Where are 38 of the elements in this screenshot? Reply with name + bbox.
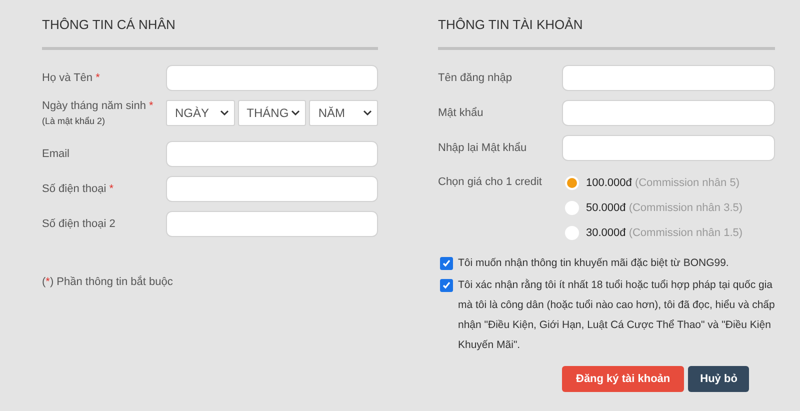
option-label: 100.000đ (Commission nhân 5) (586, 176, 740, 188)
input-field[interactable] (166, 141, 378, 167)
required-note: (*) Phần thông tin bắt buộc (42, 276, 174, 288)
cancel-button[interactable]: Huỷ bỏ (688, 366, 750, 392)
field-label: Ngày tháng năm sinh * (42, 100, 154, 112)
radio-button[interactable] (567, 228, 577, 238)
field-label: Nhập lại Mật khẩu (438, 142, 528, 154)
agreement-text: Tôi xác nhận rằng tôi ít nhất 18 tuổi hoặc tuổi hợp pháp tại quốc gia mà tôi là công dân (hoặc tuổi nào cao hơn), tôi đã đọc, hiểu và chấp nhận "Điều Kiện, Giới Hạn, Luật Cá Cược Thể Thao" và "Điều Kiện Khuyến Mãi". (458, 278, 775, 353)
input-field[interactable] (562, 65, 775, 91)
field-label: Số điện thoại 2 (42, 218, 116, 230)
field-label: Tên đăng nhập (438, 72, 514, 84)
register-button[interactable]: Đăng ký tài khoản (562, 366, 684, 392)
chevron-down-icon (220, 110, 229, 116)
field-label: Email (42, 148, 71, 160)
input-field[interactable] (166, 211, 378, 237)
chevron-down-icon (291, 110, 300, 116)
input-field[interactable] (166, 65, 378, 91)
section-heading: THÔNG TIN CÁ NHÂN (42, 17, 176, 34)
field-label: Mật khẩu (438, 107, 484, 119)
option-label: 30.000đ (Commission nhân 1.5) (586, 226, 743, 238)
checkbox[interactable] (440, 257, 453, 270)
radio-button[interactable] (567, 178, 577, 188)
input-field[interactable] (562, 100, 775, 126)
field-label: Họ và Tên * (42, 72, 101, 84)
select-field[interactable]: THÁNG (238, 100, 306, 126)
select-field[interactable]: NGÀY (166, 100, 235, 126)
input-field[interactable] (166, 176, 378, 202)
section-heading: THÔNG TIN TÀI KHOẢN (438, 17, 584, 34)
select-field[interactable]: NĂM (309, 100, 378, 126)
field-label: Chọn giá cho 1 credit (438, 176, 543, 188)
checkbox[interactable] (440, 279, 453, 292)
agreement-text: Tôi muốn nhận thông tin khuyến mãi đặc biệt từ BONG99. (458, 256, 729, 271)
field-label: Số điện thoại * (42, 183, 115, 195)
input-field[interactable] (562, 135, 775, 161)
chevron-down-icon (362, 110, 372, 116)
radio-button[interactable] (567, 202, 577, 212)
option-label: 50.000đ (Commission nhân 3.5) (586, 202, 743, 214)
field-hint: (Là mật khẩu 2) (42, 116, 106, 126)
